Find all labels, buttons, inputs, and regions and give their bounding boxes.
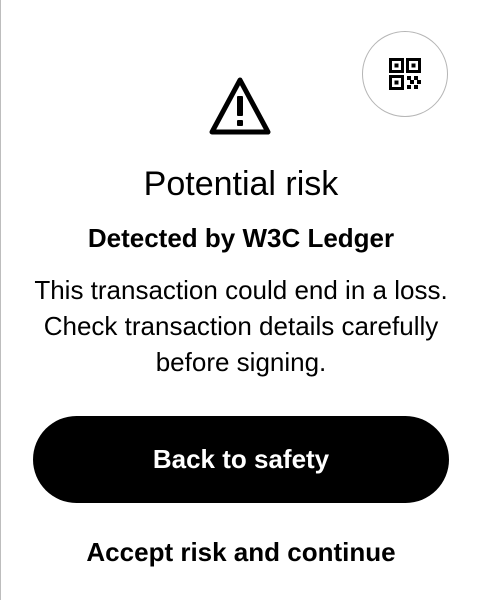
warning-triangle-icon	[208, 76, 272, 136]
back-to-safety-button[interactable]: Back to safety	[33, 416, 449, 503]
alert-description: This transaction could end in a loss. Ch…	[34, 275, 448, 377]
qr-code-icon	[389, 58, 421, 90]
alert-subtitle: Detected by W3C Ledger	[87, 223, 395, 253]
alert-title: Potential risk	[143, 165, 339, 203]
qr-code-button[interactable]	[362, 31, 448, 117]
accept-risk-link[interactable]: Accept risk and continue	[1, 532, 480, 572]
